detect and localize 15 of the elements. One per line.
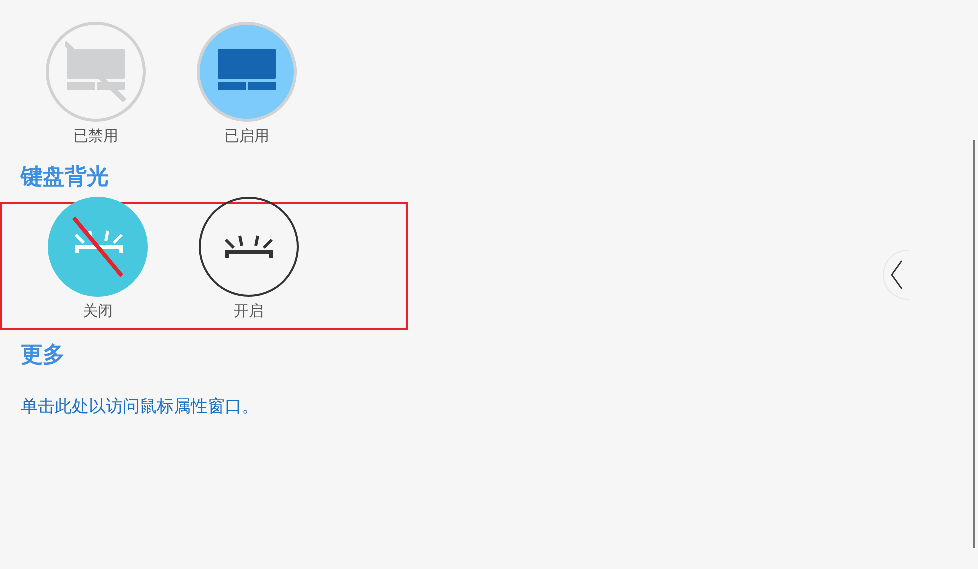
collapse-tab[interactable] — [883, 250, 909, 300]
option-label: 关闭 — [83, 301, 113, 321]
backlight-toggle[interactable] — [199, 197, 299, 297]
section-heading: 键盘背光 — [21, 164, 110, 192]
option-label: 开启 — [234, 301, 264, 321]
touchpad-toggle[interactable] — [46, 22, 146, 122]
mouse-properties-link[interactable]: 单击此处以访问鼠标属性窗口。 — [21, 396, 259, 418]
option-label: 已启用 — [224, 126, 270, 146]
option-label: 已禁用 — [74, 126, 118, 146]
backlight-off-icon — [72, 216, 124, 278]
backlight-icon — [224, 234, 274, 260]
scrollbar[interactable] — [973, 140, 975, 548]
section-heading: 更多 — [21, 342, 66, 370]
chevron-left-icon — [890, 260, 904, 290]
touchpad-disabled-icon — [65, 41, 127, 103]
